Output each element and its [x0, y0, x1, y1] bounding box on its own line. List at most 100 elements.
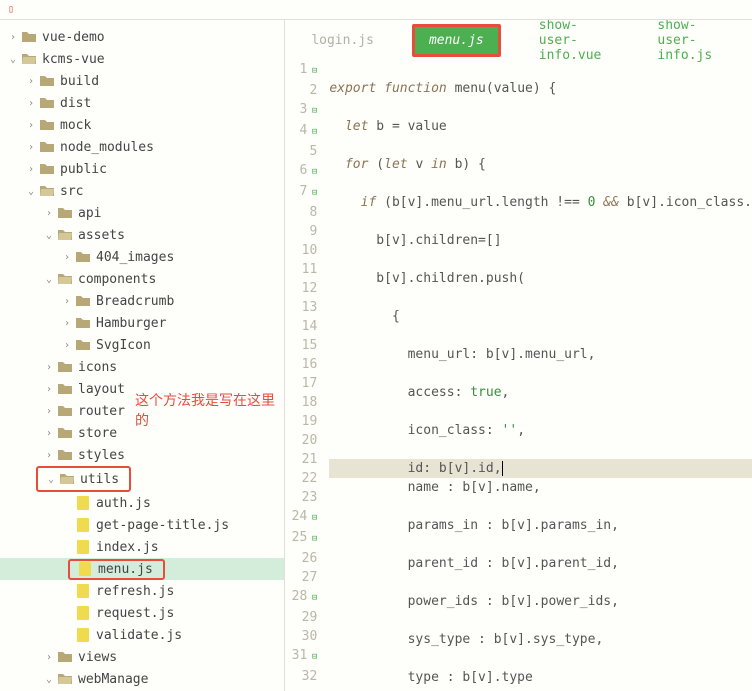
tree-file-request[interactable]: request.js	[0, 602, 284, 624]
chevron-right-icon: ›	[60, 340, 74, 351]
tree-label: assets	[78, 228, 125, 243]
tree-label: node_modules	[60, 140, 154, 155]
tree-label: build	[60, 74, 99, 89]
folder-icon	[38, 141, 56, 153]
folder-icon	[56, 383, 74, 395]
tree-folder-icons[interactable]: › icons	[0, 356, 284, 378]
folder-icon	[20, 31, 38, 43]
chevron-right-icon: ›	[60, 296, 74, 307]
chevron-down-icon: ⌄	[6, 54, 20, 65]
tree-file-menu[interactable]: menu.js	[0, 558, 284, 580]
tree-folder-breadcrumb[interactable]: › Breadcrumb	[0, 290, 284, 312]
js-file-icon	[76, 562, 94, 576]
folder-open-icon	[56, 273, 74, 285]
tree-folder-styles[interactable]: › styles	[0, 444, 284, 466]
tree-label: dist	[60, 96, 91, 111]
chevron-right-icon: ›	[42, 652, 56, 663]
folder-icon	[56, 207, 74, 219]
tree-label: styles	[78, 448, 125, 463]
tree-folder-hamburger[interactable]: › Hamburger	[0, 312, 284, 334]
tree-folder-svgicon[interactable]: › SvgIcon	[0, 334, 284, 356]
tab-login[interactable]: login.js	[303, 29, 382, 52]
tree-folder-build[interactable]: › build	[0, 70, 284, 92]
tree-label: SvgIcon	[96, 338, 151, 353]
tree-label: src	[60, 184, 83, 199]
tree-label: validate.js	[96, 628, 182, 643]
tree-label: utils	[80, 472, 119, 487]
tree-folder-mock[interactable]: › mock	[0, 114, 284, 136]
tree-label: refresh.js	[96, 584, 174, 599]
chevron-right-icon: ›	[24, 98, 38, 109]
file-tree-sidebar[interactable]: › vue-demo ⌄ kcms-vue › build › dist › m…	[0, 20, 285, 691]
tree-folder-utils[interactable]: ⌄ utils	[38, 468, 129, 490]
highlight-box-utils: ⌄ utils	[36, 466, 131, 492]
tree-folder-public[interactable]: › public	[0, 158, 284, 180]
folder-icon	[56, 449, 74, 461]
chevron-right-icon: ›	[6, 32, 20, 43]
tree-file-getpage[interactable]: get-page-title.js	[0, 514, 284, 536]
chevron-right-icon: ›	[24, 164, 38, 175]
tree-folder-src[interactable]: ⌄ src	[0, 180, 284, 202]
tree-file-auth[interactable]: auth.js	[0, 492, 284, 514]
chevron-right-icon: ›	[42, 450, 56, 461]
tree-label: Hamburger	[96, 316, 166, 331]
folder-icon	[74, 317, 92, 329]
chevron-right-icon: ›	[24, 142, 38, 153]
tree-folder-vue-demo[interactable]: › vue-demo	[0, 26, 284, 48]
js-file-icon	[74, 496, 92, 510]
folder-icon	[56, 427, 74, 439]
chevron-right-icon: ›	[42, 406, 56, 417]
chevron-down-icon: ⌄	[44, 474, 58, 485]
tree-folder-views[interactable]: › views	[0, 646, 284, 668]
tree-folder-kcms-vue[interactable]: ⌄ kcms-vue	[0, 48, 284, 70]
tree-label: vue-demo	[42, 30, 105, 45]
js-file-icon	[74, 584, 92, 598]
js-file-icon	[74, 628, 92, 642]
tree-file-refresh[interactable]: refresh.js	[0, 580, 284, 602]
annotation-text: 这个方法我是写在这里的	[135, 390, 284, 430]
tree-label: api	[78, 206, 101, 221]
tree-label: request.js	[96, 606, 174, 621]
tree-label: store	[78, 426, 117, 441]
tree-label: auth.js	[96, 496, 151, 511]
tree-folder-assets[interactable]: ⌄ assets	[0, 224, 284, 246]
tree-label: get-page-title.js	[96, 518, 229, 533]
tree-label: public	[60, 162, 107, 177]
tree-folder-components[interactable]: ⌄ components	[0, 268, 284, 290]
chevron-right-icon: ›	[42, 208, 56, 219]
tab-menu[interactable]: menu.js	[412, 24, 501, 57]
tree-file-validate[interactable]: validate.js	[0, 624, 284, 646]
tree-label: icons	[78, 360, 117, 375]
main-area: › vue-demo ⌄ kcms-vue › build › dist › m…	[0, 20, 752, 691]
tree-folder-dist[interactable]: › dist	[0, 92, 284, 114]
tree-label: menu.js	[98, 562, 153, 577]
tree-folder-404[interactable]: › 404_images	[0, 246, 284, 268]
code-area[interactable]: 1⊟2 3⊟4⊟5 6⊟7⊟8 9 10 11 12 13 14 15 16 1…	[285, 60, 752, 691]
js-file-icon	[74, 518, 92, 532]
tree-label: Breadcrumb	[96, 294, 174, 309]
tab-bar: login.js menu.js show-user-info.vue show…	[285, 20, 752, 60]
folder-open-icon	[38, 185, 56, 197]
tree-label: mock	[60, 118, 91, 133]
folder-icon	[38, 163, 56, 175]
chevron-down-icon: ⌄	[42, 230, 56, 241]
folder-icon	[38, 119, 56, 131]
folder-icon	[38, 97, 56, 109]
code-content[interactable]: export function menu(value) { let b = va…	[325, 60, 752, 691]
folder-icon	[56, 361, 74, 373]
js-file-icon	[74, 606, 92, 620]
chevron-right-icon: ›	[24, 120, 38, 131]
tree-label: components	[78, 272, 156, 287]
tree-label: 404_images	[96, 250, 174, 265]
tree-folder-node-modules[interactable]: › node_modules	[0, 136, 284, 158]
tree-label: views	[78, 650, 117, 665]
folder-icon	[74, 251, 92, 263]
js-file-icon	[74, 540, 92, 554]
folder-icon	[38, 75, 56, 87]
chevron-right-icon: ›	[42, 384, 56, 395]
tree-folder-webmanage[interactable]: ⌄ webManage	[0, 668, 284, 690]
folder-icon	[56, 651, 74, 663]
tree-label: kcms-vue	[42, 52, 105, 67]
tree-file-index[interactable]: index.js	[0, 536, 284, 558]
tree-folder-api[interactable]: › api	[0, 202, 284, 224]
